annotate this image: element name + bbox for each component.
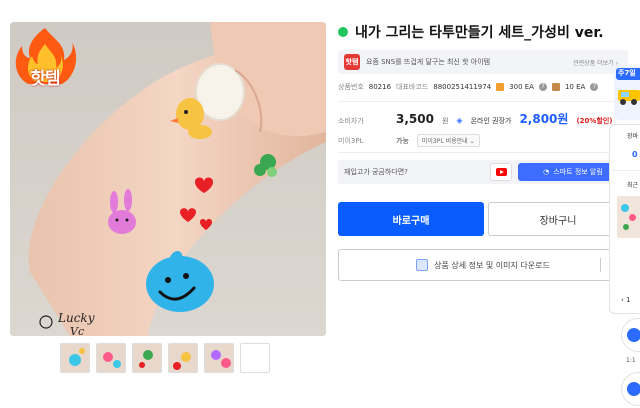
delivery-tag: 주7일: [616, 68, 640, 80]
online-price-label: 온라인 권장가: [470, 117, 512, 125]
discount-badge: (20%할인): [576, 117, 613, 125]
chat-button[interactable]: [621, 318, 640, 352]
thumbnail-list: [60, 343, 270, 373]
add-to-cart-button[interactable]: 장바구니: [488, 202, 628, 236]
won-unit: 원: [441, 117, 449, 125]
product-title: 내가 그리는 타투만들기 세트_가성비 ver.: [355, 25, 604, 41]
question-icon[interactable]: ?: [590, 83, 599, 91]
thumbnail-5[interactable]: [204, 343, 234, 373]
3pl-row: 미이3PL 가능 미이3PL 비용안내 ⌄: [338, 134, 480, 147]
price-row: 소비자가 3,500 원 ◈ 온라인 권장가 2,800원 (20%할인): [338, 110, 613, 127]
youtube-button[interactable]: [490, 163, 512, 181]
side-panel-pager[interactable]: ‹ 1: [621, 296, 630, 304]
divider: [600, 258, 601, 272]
inner-qty: 10 EA: [564, 83, 586, 91]
side-recent-label: 최근: [627, 182, 639, 189]
code-value: 80216: [368, 83, 392, 91]
hot-item-banner[interactable]: 핫템 요즘 SNS를 뜨겁게 달구는 최신 핫 아이템 관련상품 더보기 ›: [338, 50, 628, 74]
inquiry-label: 1:1: [626, 357, 636, 364]
detail-download-label: 상품 상세 정보 및 이미지 다운로드: [434, 260, 550, 270]
thumbnail-6[interactable]: [240, 343, 270, 373]
online-price-icon: ◈: [456, 116, 463, 125]
box-qty: 300 EA: [509, 83, 534, 91]
thumbnail-2[interactable]: [96, 343, 126, 373]
code-label: 상품번호: [338, 83, 364, 91]
svg-text:Lucky: Lucky: [57, 311, 95, 325]
3pl-label: 미이3PL: [338, 136, 364, 145]
related-products-link[interactable]: 관련상품 더보기 ›: [573, 58, 618, 67]
youtube-icon: [495, 168, 507, 176]
question-icon[interactable]: ?: [538, 83, 547, 91]
green-dot-icon: [338, 27, 348, 37]
3pl-availability: 가능: [396, 136, 409, 145]
3pl-cost-select[interactable]: 미이3PL 비용안내 ⌄: [416, 134, 480, 147]
smart-alert-label: 스마트 정보 알림: [553, 168, 603, 176]
divider: [338, 152, 628, 153]
box-icon: [496, 83, 505, 91]
arrow-up-icon: [627, 382, 640, 396]
barcode-value: 8800251411974: [433, 83, 492, 91]
product-codes: 상품번호 80216 대표바코드 8800251411974 300 EA ? …: [338, 82, 599, 92]
inner-box-icon: [551, 83, 560, 91]
buy-now-button[interactable]: 바로구매: [338, 202, 484, 236]
divider: [612, 170, 640, 171]
thumbnail-4[interactable]: [168, 343, 198, 373]
divider: [338, 101, 628, 102]
svg-text:Vc: Vc: [70, 325, 84, 336]
product-title-row: 내가 그리는 타투만들기 세트_가성비 ver.: [338, 22, 604, 42]
banner-text: 요즘 SNS를 뜨겁게 달구는 최신 핫 아이템: [366, 58, 491, 66]
hot-badge-label: 핫템: [30, 69, 60, 89]
scroll-top-button[interactable]: [621, 372, 640, 406]
image-download-icon: [416, 259, 429, 271]
online-price: 2,800원: [519, 112, 569, 126]
consumer-price-label: 소비자가: [338, 117, 364, 125]
bell-icon: ◔: [543, 168, 550, 176]
recent-item-thumbnail[interactable]: [617, 196, 640, 238]
headset-icon: [627, 328, 640, 342]
delivery-truck-icon: [618, 90, 640, 105]
restock-question: 재입고가 궁금하다면?: [344, 168, 408, 176]
consumer-price: 3,500: [396, 112, 434, 126]
thumbnail-3[interactable]: [132, 343, 162, 373]
side-cart-count[interactable]: 0: [632, 150, 638, 159]
barcode-label: 대표바코드: [396, 83, 429, 91]
hot-item-icon: 핫템: [344, 54, 360, 70]
thumbnail-1[interactable]: [60, 343, 90, 373]
product-page: Lucky Vc 핫템 내가 그리는 타투만들기 세트_가성비 ver. 핫템 …: [0, 0, 640, 408]
side-cart-label: 장바: [627, 133, 639, 140]
detail-download-button[interactable]: 상품 상세 정보 및 이미지 다운로드: [338, 249, 628, 281]
